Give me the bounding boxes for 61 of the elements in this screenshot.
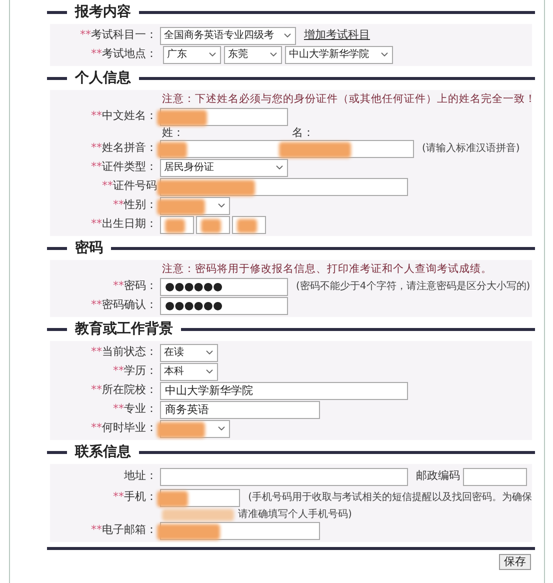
field-label: **电子邮箱： xyxy=(91,522,157,538)
section-title: 教育或工作背景 xyxy=(75,320,173,338)
section-title: 报考内容 xyxy=(75,3,131,21)
field-label: **手机： xyxy=(113,489,157,506)
hint-text: (手机号码用于收取与考试相关的短信提醒以及找回密码。为确保 xyxy=(248,490,532,505)
hint-text: 请准确填写个人手机号码) xyxy=(238,508,352,522)
date-dropdown[interactable] xyxy=(232,216,266,234)
field-label: **所在院校： xyxy=(91,382,157,398)
dropdown[interactable]: 本科 xyxy=(160,362,218,380)
field-label: **密码： xyxy=(113,278,157,294)
redaction-mark xyxy=(201,218,221,232)
date-dropdown[interactable] xyxy=(196,216,230,234)
text-field[interactable]: 商务英语 xyxy=(160,400,320,418)
dropdown[interactable]: 在读 xyxy=(160,344,218,362)
redaction-mark xyxy=(279,142,351,158)
pinyin-field[interactable] xyxy=(160,140,414,158)
dropdown[interactable]: 全国商务英语专业四级考 xyxy=(160,26,296,44)
field-label: **考试地点： xyxy=(91,46,157,62)
dropdown[interactable]: 广东 xyxy=(163,46,221,64)
dropdown[interactable] xyxy=(160,196,230,214)
field-label: **出生日期： xyxy=(91,216,157,232)
field-label: 地址： xyxy=(124,468,157,484)
redaction-mark xyxy=(237,218,257,232)
add-subject-link[interactable]: 增加考试科目 xyxy=(304,27,370,44)
text-field[interactable] xyxy=(160,488,240,506)
field-label: **密码确认： xyxy=(91,297,157,314)
text-field[interactable] xyxy=(160,108,288,126)
hint-text: (密码不能少于4个字符，请注意密码是区分大小写的) xyxy=(296,280,530,294)
notice-text: 注意：密码将用于修改报名信息、打印准考证和个人查询考试成绩。 xyxy=(162,262,492,277)
field-label: **专业： xyxy=(113,401,157,418)
postcode-field[interactable] xyxy=(463,468,527,486)
section-title: 个人信息 xyxy=(75,69,131,87)
save-button[interactable]: 保存 xyxy=(499,554,531,570)
date-dropdown[interactable] xyxy=(160,216,194,234)
field-label: **性别： xyxy=(113,197,157,214)
dropdown[interactable]: 中山大学新华学院 xyxy=(285,46,393,64)
text-field[interactable]: 中山大学新华学院 xyxy=(160,382,408,400)
field-label: **考试科目一： xyxy=(80,27,157,44)
field-label: **当前状态： xyxy=(91,344,157,360)
field-label: **证件号码 xyxy=(102,178,157,194)
text-field[interactable] xyxy=(160,468,408,486)
postcode-label: 邮政编码 xyxy=(416,468,460,484)
text-field[interactable]: ●●●●●● xyxy=(160,296,288,314)
text-field[interactable]: ●●●●●● xyxy=(160,278,288,296)
field-label: **证件类型： xyxy=(91,159,157,176)
dropdown[interactable]: 东莞 xyxy=(224,46,282,64)
section-title: 联系信息 xyxy=(75,443,131,461)
dropdown[interactable]: 居民身份证 xyxy=(160,158,288,176)
field-label: **学历： xyxy=(113,363,157,380)
redaction-mark xyxy=(162,508,234,520)
text-field[interactable] xyxy=(160,178,408,196)
hint-text: (请输入标准汉语拼音) xyxy=(422,142,520,156)
field-label: **姓名拼音： xyxy=(91,140,157,156)
section-title: 密码 xyxy=(75,239,103,257)
given-name-label: 名： xyxy=(292,127,314,139)
notice-text: 注意：下述姓名必须与您的身份证件（或其他任何证件）上的姓名完全一致！ xyxy=(162,92,536,107)
surname-label: 姓： xyxy=(162,127,185,139)
field-label: **何时毕业： xyxy=(91,420,157,436)
dropdown[interactable] xyxy=(160,420,230,438)
field-label: **中文姓名： xyxy=(91,108,157,124)
text-field[interactable] xyxy=(160,522,320,540)
